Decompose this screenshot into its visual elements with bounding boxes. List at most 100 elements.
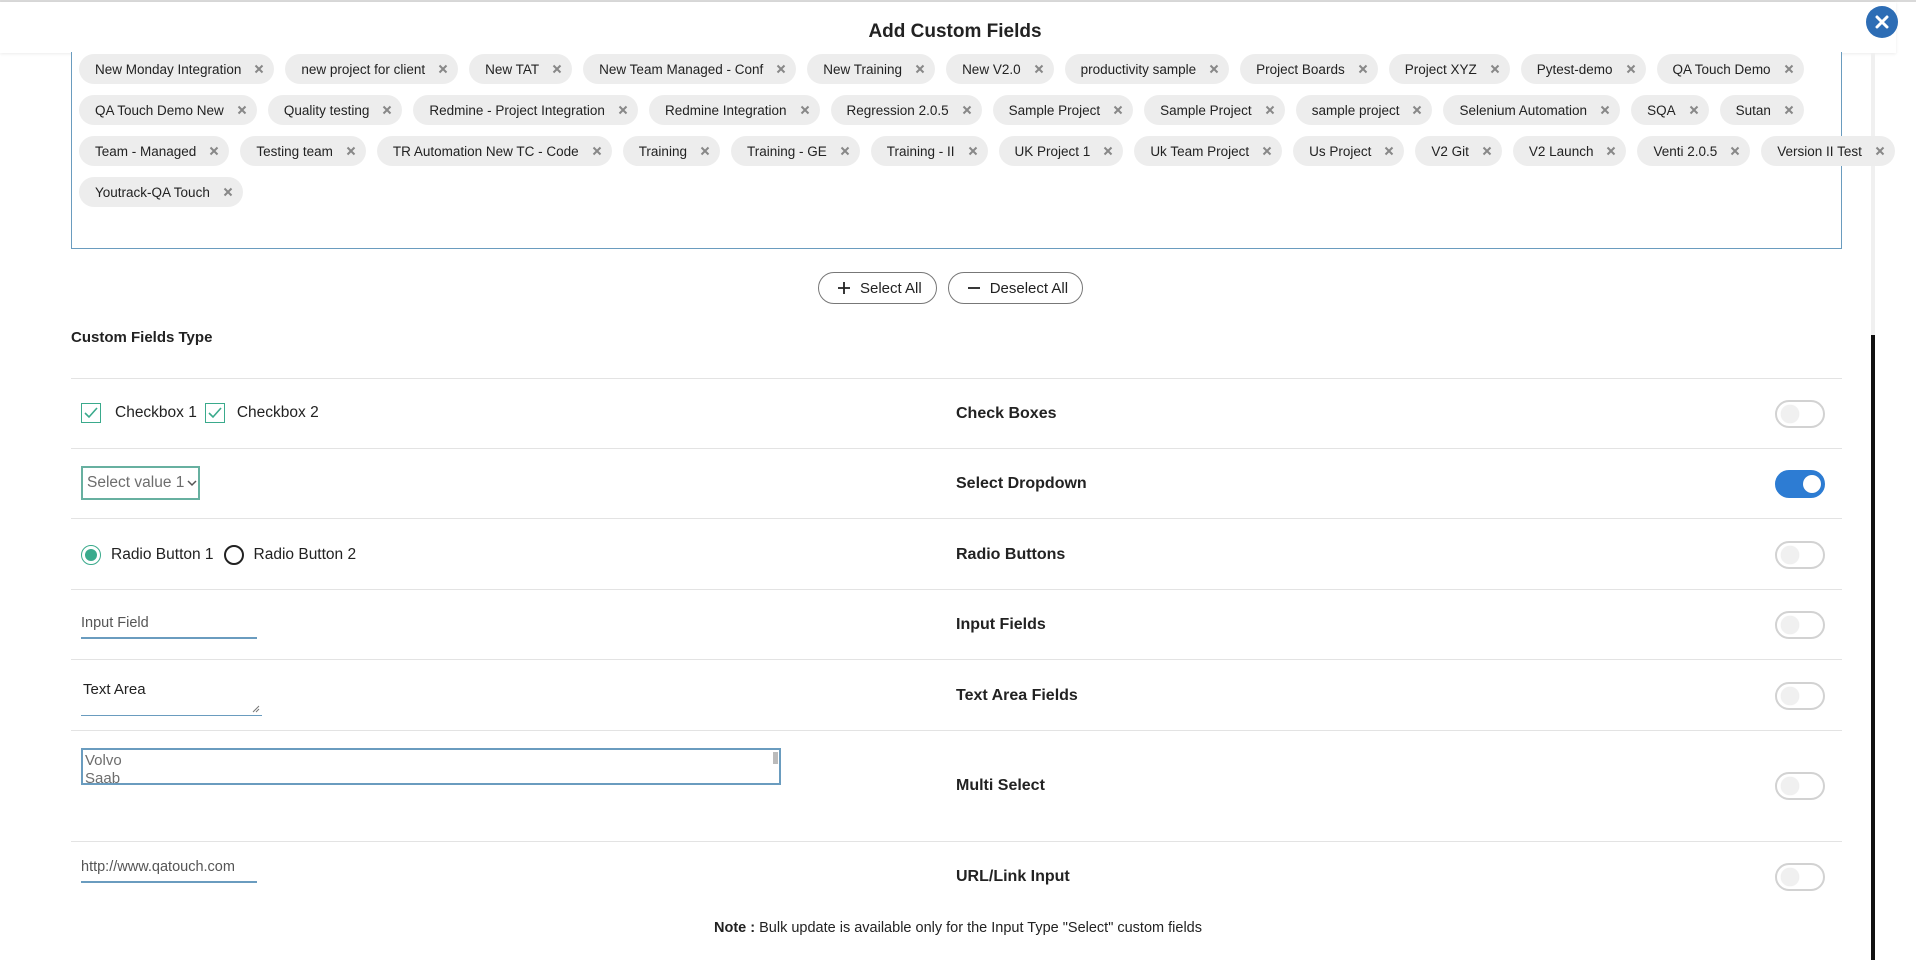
project-tag[interactable]: Version II Test — [1761, 136, 1895, 166]
project-tag[interactable]: Redmine - Project Integration — [413, 95, 638, 125]
project-tag[interactable]: QA Touch Demo — [1656, 54, 1804, 84]
remove-tag-icon[interactable] — [1600, 105, 1610, 115]
project-tag[interactable]: Us Project — [1293, 136, 1405, 166]
remove-tag-icon[interactable] — [1730, 146, 1740, 156]
remove-tag-icon[interactable] — [776, 64, 786, 74]
project-tag[interactable]: Venti 2.0.5 — [1637, 136, 1751, 166]
textarea-toggle[interactable] — [1775, 682, 1825, 710]
remove-tag-icon[interactable] — [1606, 146, 1616, 156]
multiselect-scrollbar[interactable] — [773, 752, 778, 764]
select-all-button[interactable]: Select All — [818, 272, 937, 304]
remove-tag-icon[interactable] — [915, 64, 925, 74]
project-tag[interactable]: New Training — [807, 54, 936, 84]
project-tag[interactable]: Uk Team Project — [1134, 136, 1283, 166]
project-tag[interactable]: V2 Launch — [1512, 136, 1627, 166]
select-dropdown-preview[interactable]: Select value 1 — [81, 466, 200, 500]
project-tag[interactable]: new project for client — [285, 54, 459, 84]
input-field-label: Input Fields — [956, 616, 1046, 633]
remove-tag-icon[interactable] — [1482, 146, 1492, 156]
remove-tag-icon[interactable] — [1784, 64, 1794, 74]
radio-button-2[interactable] — [223, 545, 244, 565]
radio-toggle[interactable] — [1775, 541, 1825, 569]
project-tag[interactable]: Redmine Integration — [648, 95, 820, 125]
project-tag[interactable]: Sample Project — [992, 95, 1134, 125]
remove-tag-icon[interactable] — [1262, 146, 1272, 156]
project-tag[interactable]: New TAT — [469, 54, 573, 84]
remove-tag-icon[interactable] — [1490, 64, 1500, 74]
remove-tag-icon[interactable] — [1034, 64, 1044, 74]
remove-tag-icon[interactable] — [382, 105, 392, 115]
checkbox-toggle[interactable] — [1775, 400, 1825, 428]
project-tag[interactable]: Training - II — [870, 136, 988, 166]
remove-tag-icon[interactable] — [209, 146, 219, 156]
deselect-all-button[interactable]: Deselect All — [947, 272, 1084, 304]
project-tag[interactable]: Training - GE — [730, 136, 860, 166]
multiselect-option[interactable]: Volvo — [85, 752, 777, 770]
close-button[interactable] — [1866, 6, 1898, 38]
remove-tag-icon[interactable] — [592, 146, 602, 156]
select-toggle[interactable] — [1775, 470, 1825, 498]
remove-tag-icon[interactable] — [237, 105, 247, 115]
section-title: Custom Fields Type — [71, 329, 213, 346]
radio-button-1[interactable] — [81, 545, 101, 565]
textarea-preview[interactable]: Text Area — [81, 676, 262, 716]
remove-tag-icon[interactable] — [223, 187, 233, 197]
remove-tag-icon[interactable] — [1265, 105, 1275, 115]
remove-tag-icon[interactable] — [1784, 105, 1794, 115]
remove-tag-icon[interactable] — [800, 105, 810, 115]
input-toggle[interactable] — [1775, 611, 1825, 639]
url-toggle[interactable] — [1775, 863, 1825, 891]
multiselect-preview[interactable]: Volvo Saab — [81, 748, 781, 785]
remove-tag-icon[interactable] — [962, 105, 972, 115]
resize-handle-icon[interactable] — [252, 705, 260, 713]
url-input-preview[interactable]: http://www.qatouch.com — [81, 853, 257, 883]
multiselect-toggle[interactable] — [1775, 772, 1825, 800]
project-tag[interactable]: sample project — [1295, 95, 1433, 125]
scrollbar-thumb[interactable] — [1871, 335, 1875, 960]
project-tag[interactable]: SQA — [1631, 95, 1709, 125]
project-tag[interactable]: UK Project 1 — [998, 136, 1124, 166]
remove-tag-icon[interactable] — [1626, 64, 1636, 74]
remove-tag-icon[interactable] — [552, 64, 562, 74]
project-tag[interactable]: productivity sample — [1064, 54, 1230, 84]
remove-tag-icon[interactable] — [1209, 64, 1219, 74]
remove-tag-icon[interactable] — [1689, 105, 1699, 115]
project-tag[interactable]: Youtrack-QA Touch — [79, 177, 243, 207]
project-tag[interactable]: Sample Project — [1144, 95, 1285, 125]
textarea-field-row: Text Area Text Area Fields — [71, 659, 1842, 730]
remove-tag-icon[interactable] — [346, 146, 356, 156]
minus-icon — [967, 287, 980, 289]
project-tag[interactable]: New Monday Integration — [79, 54, 275, 84]
project-tag[interactable]: Project XYZ — [1388, 54, 1510, 84]
multiselect-option[interactable]: Saab — [85, 770, 777, 783]
checkbox-1[interactable] — [81, 403, 101, 423]
checkbox-2[interactable] — [204, 403, 225, 423]
project-tag[interactable]: QA Touch Demo New — [79, 95, 257, 125]
remove-tag-icon[interactable] — [840, 146, 850, 156]
project-tag[interactable]: Team - Managed — [79, 136, 230, 166]
project-tag[interactable]: Selenium Automation — [1443, 95, 1621, 125]
project-tag[interactable]: Quality testing — [267, 95, 403, 125]
project-tag[interactable]: New Team Managed - Conf — [583, 54, 797, 84]
project-tag[interactable]: New V2.0 — [946, 54, 1054, 84]
project-tag[interactable]: Project Boards — [1240, 54, 1378, 84]
project-tag[interactable]: Regression 2.0.5 — [830, 95, 982, 125]
project-tag[interactable]: TR Automation New TC - Code — [376, 136, 612, 166]
remove-tag-icon[interactable] — [968, 146, 978, 156]
remove-tag-icon[interactable] — [254, 64, 264, 74]
remove-tag-icon[interactable] — [1113, 105, 1123, 115]
remove-tag-icon[interactable] — [1103, 146, 1113, 156]
remove-tag-icon[interactable] — [1358, 64, 1368, 74]
remove-tag-icon[interactable] — [618, 105, 628, 115]
remove-tag-icon[interactable] — [1875, 146, 1885, 156]
project-tag[interactable]: Sutan — [1719, 95, 1804, 125]
project-tag[interactable]: Training — [622, 136, 720, 166]
project-tag[interactable]: Testing team — [240, 136, 366, 166]
remove-tag-icon[interactable] — [1412, 105, 1422, 115]
input-field-preview[interactable]: Input Field — [81, 609, 257, 639]
remove-tag-icon[interactable] — [700, 146, 710, 156]
remove-tag-icon[interactable] — [438, 64, 448, 74]
project-tag[interactable]: V2 Git — [1415, 136, 1502, 166]
remove-tag-icon[interactable] — [1384, 146, 1394, 156]
project-tag[interactable]: Pytest-demo — [1520, 54, 1646, 84]
